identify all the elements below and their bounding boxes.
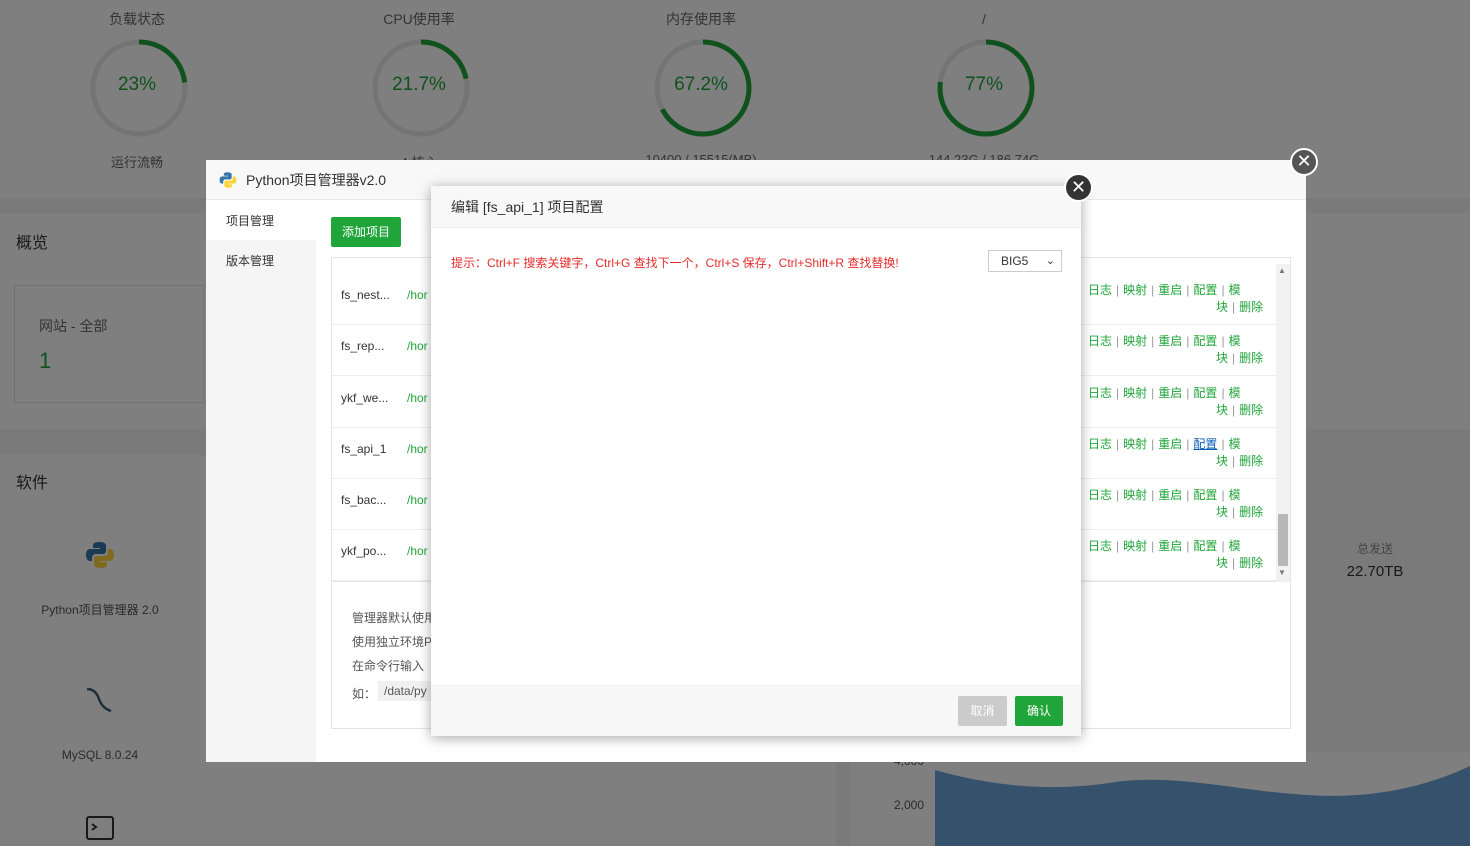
config-link[interactable]: 配置 [1193,539,1217,553]
map-link[interactable]: 映射 [1123,386,1147,400]
project-name: fs_rep... [341,339,385,353]
map-link[interactable]: 映射 [1123,539,1147,553]
log-link[interactable]: 日志 [1088,334,1112,348]
close-icon: ✕ [1296,151,1312,171]
encoding-value: BIG5 [1001,254,1029,268]
row-actions: 日志 | 映射 | 重启 | 配置 | 模块 | 删除 [1088,488,1264,519]
restart-link[interactable]: 重启 [1158,488,1182,502]
project-path[interactable]: /hor [407,339,428,353]
shortcut-tip: 提示：Ctrl+F 搜索关键字，Ctrl+G 查找下一个，Ctrl+S 保存，C… [451,256,899,270]
module-link[interactable]: 块 [1216,454,1228,468]
module-link[interactable]: 模 [1229,539,1241,553]
row-actions: 日志 | 映射 | 重启 | 配置 | 模块 | 删除 [1088,334,1264,365]
module-link[interactable]: 模 [1229,488,1241,502]
scroll-thumb[interactable] [1278,514,1288,566]
restart-link[interactable]: 重启 [1158,283,1182,297]
module-link[interactable]: 模 [1229,283,1241,297]
note-line: 如： [352,687,377,701]
row-actions: 日志 | 映射 | 重启 | 配置 | 模块 | 删除 [1088,283,1264,314]
log-link[interactable]: 日志 [1088,283,1112,297]
restart-link[interactable]: 重启 [1158,539,1182,553]
module-link[interactable]: 模 [1229,437,1241,451]
dialog-footer: 取消 确认 [431,685,1081,736]
delete-link[interactable]: 删除 [1239,300,1263,314]
delete-link[interactable]: 删除 [1239,351,1263,365]
sidebar-item-projects[interactable]: 项目管理 [206,200,316,240]
config-editor[interactable] [451,282,1061,682]
python-icon [219,172,237,188]
confirm-button[interactable]: 确认 [1015,696,1063,726]
module-link[interactable]: 模 [1229,334,1241,348]
scroll-down-icon[interactable]: ▼ [1278,568,1286,577]
project-path[interactable]: /hor [407,442,428,456]
dialog-close-button[interactable]: ✕ [1064,173,1093,202]
config-link[interactable]: 配置 [1193,386,1217,400]
module-link[interactable]: 块 [1216,351,1228,365]
delete-link[interactable]: 删除 [1239,505,1263,519]
cancel-button[interactable]: 取消 [958,696,1007,726]
module-link[interactable]: 块 [1216,300,1228,314]
dialog-title: 编辑 [fs_api_1] 项目配置 [431,186,1081,228]
project-name: fs_api_1 [341,442,387,456]
scroll-up-icon[interactable]: ▲ [1278,266,1286,275]
project-path[interactable]: /hor [407,288,428,302]
encoding-select[interactable]: BIG5 ⌄ [988,250,1062,272]
manager-close-button[interactable]: ✕ [1290,148,1318,176]
project-name: fs_nest... [341,288,390,302]
note-line: 管理器默认使用 [352,611,437,625]
note-line: 在命令行输入 [352,659,425,673]
project-name: fs_bac... [341,493,387,507]
config-link[interactable]: 配置 [1193,488,1217,502]
project-name: ykf_po... [341,544,387,558]
add-project-button[interactable]: 添加项目 [331,217,402,247]
delete-link[interactable]: 删除 [1239,454,1263,468]
manager-sidebar: 项目管理 版本管理 [206,200,316,762]
project-path[interactable]: /hor [407,391,428,405]
module-link[interactable]: 块 [1216,403,1228,417]
delete-link[interactable]: 删除 [1239,403,1263,417]
map-link[interactable]: 映射 [1123,283,1147,297]
log-link[interactable]: 日志 [1088,539,1112,553]
module-link[interactable]: 块 [1216,556,1228,570]
manager-title: Python项目管理器v2.0 [246,172,387,188]
map-link[interactable]: 映射 [1123,437,1147,451]
restart-link[interactable]: 重启 [1158,386,1182,400]
edit-config-dialog: 编辑 [fs_api_1] 项目配置 提示：Ctrl+F 搜索关键字，Ctrl+… [431,186,1081,736]
row-actions: 日志 | 映射 | 重启 | 配置 | 模块 | 删除 [1088,437,1264,468]
config-link[interactable]: 配置 [1193,334,1217,348]
log-link[interactable]: 日志 [1088,437,1112,451]
map-link[interactable]: 映射 [1123,488,1147,502]
chevron-down-icon: ⌄ [1045,255,1055,267]
module-link[interactable]: 模 [1229,386,1241,400]
close-icon: ✕ [1070,177,1087,197]
project-name: ykf_we... [341,391,389,405]
note-code: /data/py [378,681,433,701]
restart-link[interactable]: 重启 [1158,334,1182,348]
log-link[interactable]: 日志 [1088,386,1112,400]
sidebar-item-versions[interactable]: 版本管理 [206,240,316,280]
project-path[interactable]: /hor [407,493,428,507]
map-link[interactable]: 映射 [1123,334,1147,348]
config-link[interactable]: 配置 [1193,283,1217,297]
table-scrollbar[interactable]: ▲ ▼ [1276,264,1290,582]
module-link[interactable]: 块 [1216,505,1228,519]
project-path[interactable]: /hor [407,544,428,558]
row-actions: 日志 | 映射 | 重启 | 配置 | 模块 | 删除 [1088,386,1264,417]
row-actions: 日志 | 映射 | 重启 | 配置 | 模块 | 删除 [1088,539,1264,570]
log-link[interactable]: 日志 [1088,488,1112,502]
note-line: 使用独立环境P [352,635,433,649]
restart-link[interactable]: 重启 [1158,437,1182,451]
config-link[interactable]: 配置 [1193,437,1217,451]
delete-link[interactable]: 删除 [1239,556,1263,570]
